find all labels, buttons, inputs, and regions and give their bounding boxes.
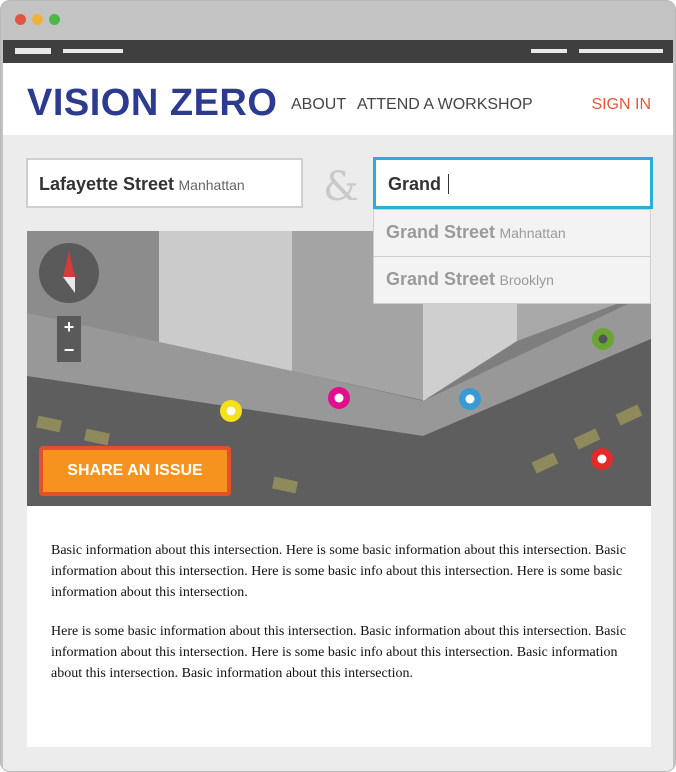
share-issue-button[interactable]: SHARE AN ISSUE bbox=[39, 446, 231, 496]
street1-name: Lafayette Street bbox=[39, 174, 175, 194]
intersection-info: Basic information about this intersectio… bbox=[27, 506, 651, 747]
nav-about[interactable]: ABOUT bbox=[291, 96, 346, 114]
zoom-in-button[interactable]: + bbox=[57, 316, 81, 339]
nav-attend-workshop[interactable]: ATTEND A WORKSHOP bbox=[357, 96, 533, 114]
street2-input[interactable]: Grand bbox=[373, 157, 653, 209]
street1-input[interactable]: Lafayette Street Manhattan bbox=[26, 158, 303, 208]
info-paragraph: Basic information about this intersectio… bbox=[51, 543, 627, 600]
strip-mark bbox=[579, 49, 663, 53]
text-cursor bbox=[448, 174, 450, 194]
maximize-dot[interactable] bbox=[49, 14, 60, 25]
strip-mark bbox=[15, 48, 51, 54]
top-strip bbox=[3, 40, 673, 63]
street2-value: Grand bbox=[388, 174, 442, 194]
suggestion-borough: Brooklyn bbox=[499, 272, 554, 288]
suggestion-borough: Mahnattan bbox=[499, 225, 566, 241]
suggestion-item[interactable]: Grand Street Mahnattan bbox=[373, 209, 651, 257]
ampersand-separator: & bbox=[323, 164, 359, 210]
browser-window: VISION ZERO ABOUT ATTEND A WORKSHOP SIGN… bbox=[0, 0, 676, 772]
suggestion-street: Grand Street bbox=[386, 269, 496, 289]
strip-mark bbox=[531, 49, 567, 53]
close-dot[interactable] bbox=[15, 14, 26, 25]
suggestion-street: Grand Street bbox=[386, 222, 496, 242]
compass-icon bbox=[39, 243, 99, 303]
sign-in-link[interactable]: SIGN IN bbox=[591, 96, 651, 114]
minimize-dot[interactable] bbox=[32, 14, 43, 25]
zoom-control: + − bbox=[57, 316, 81, 362]
suggestion-item[interactable]: Grand Street Brooklyn bbox=[373, 256, 651, 304]
zoom-out-button[interactable]: − bbox=[57, 339, 81, 362]
brand-logo[interactable]: VISION ZERO bbox=[27, 82, 277, 125]
site-header: VISION ZERO ABOUT ATTEND A WORKSHOP SIGN… bbox=[3, 63, 673, 135]
info-paragraph: Here is some basic information about thi… bbox=[51, 624, 627, 681]
street1-borough: Manhattan bbox=[178, 177, 245, 193]
window-controls bbox=[15, 14, 60, 25]
strip-mark bbox=[63, 49, 123, 53]
